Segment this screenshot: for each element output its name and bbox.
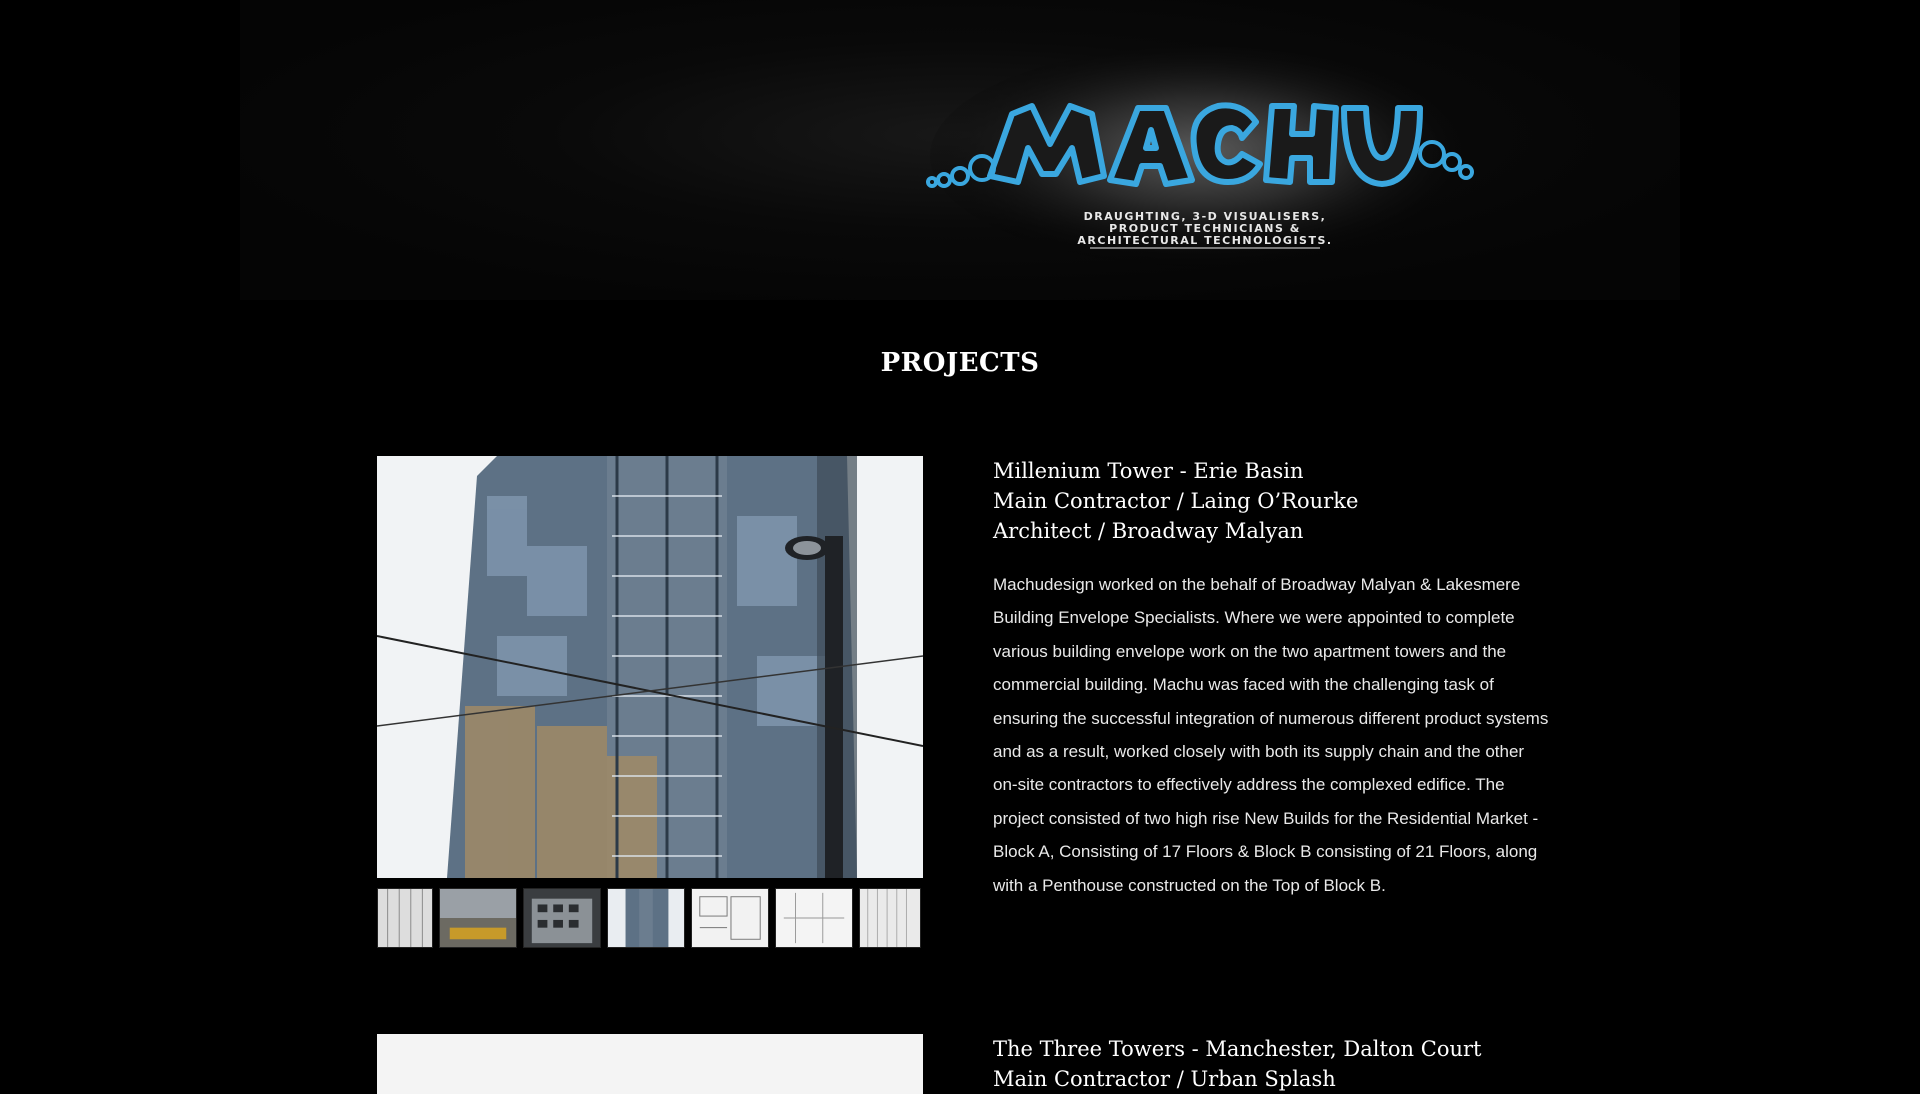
site-header: DRAUGHTING, 3-D VISUALISERS, PRODUCT TEC… (240, 0, 1680, 300)
thumbnail-section[interactable] (775, 888, 853, 948)
project-gallery (377, 1034, 923, 1094)
project-name: The Three Towers - Manchester, Dalton Co… (993, 1037, 1482, 1061)
project-main-image[interactable] (377, 1034, 923, 1094)
project-name: Millenium Tower - Erie Basin (993, 459, 1304, 483)
project-title: Millenium Tower - Erie Basin Main Contra… (993, 456, 1553, 546)
project-gallery (377, 456, 923, 948)
project-contractor: Main Contractor / Laing O’Rourke (993, 489, 1359, 513)
thumbnail-strip (377, 888, 923, 948)
project-contractor: Main Contractor / Urban Splash (993, 1067, 1336, 1091)
thumbnail-building[interactable] (523, 888, 601, 948)
project-info: The Three Towers - Manchester, Dalton Co… (993, 1034, 1553, 1094)
thumbnail-drawing[interactable] (377, 888, 433, 948)
tagline-line-3: ARCHITECTURAL TECHNOLOGISTS. (1077, 234, 1332, 247)
project-description: Machudesign worked on the behalf of Broa… (993, 575, 1549, 895)
project-architect: Architect / Broadway Malyan (993, 519, 1304, 543)
machu-logo[interactable]: DRAUGHTING, 3-D VISUALISERS, PRODUCT TEC… (920, 36, 1480, 266)
thumbnail-plan[interactable] (691, 888, 769, 948)
project-main-image[interactable] (377, 456, 923, 878)
project-title: The Three Towers - Manchester, Dalton Co… (993, 1034, 1553, 1094)
thumbnail-tower[interactable] (607, 888, 685, 948)
page-title: PROJECTS (880, 348, 1040, 378)
project-info: Millenium Tower - Erie Basin Main Contra… (993, 456, 1553, 902)
thumbnail-elevation[interactable] (859, 888, 921, 948)
thumbnail-site[interactable] (439, 888, 517, 948)
